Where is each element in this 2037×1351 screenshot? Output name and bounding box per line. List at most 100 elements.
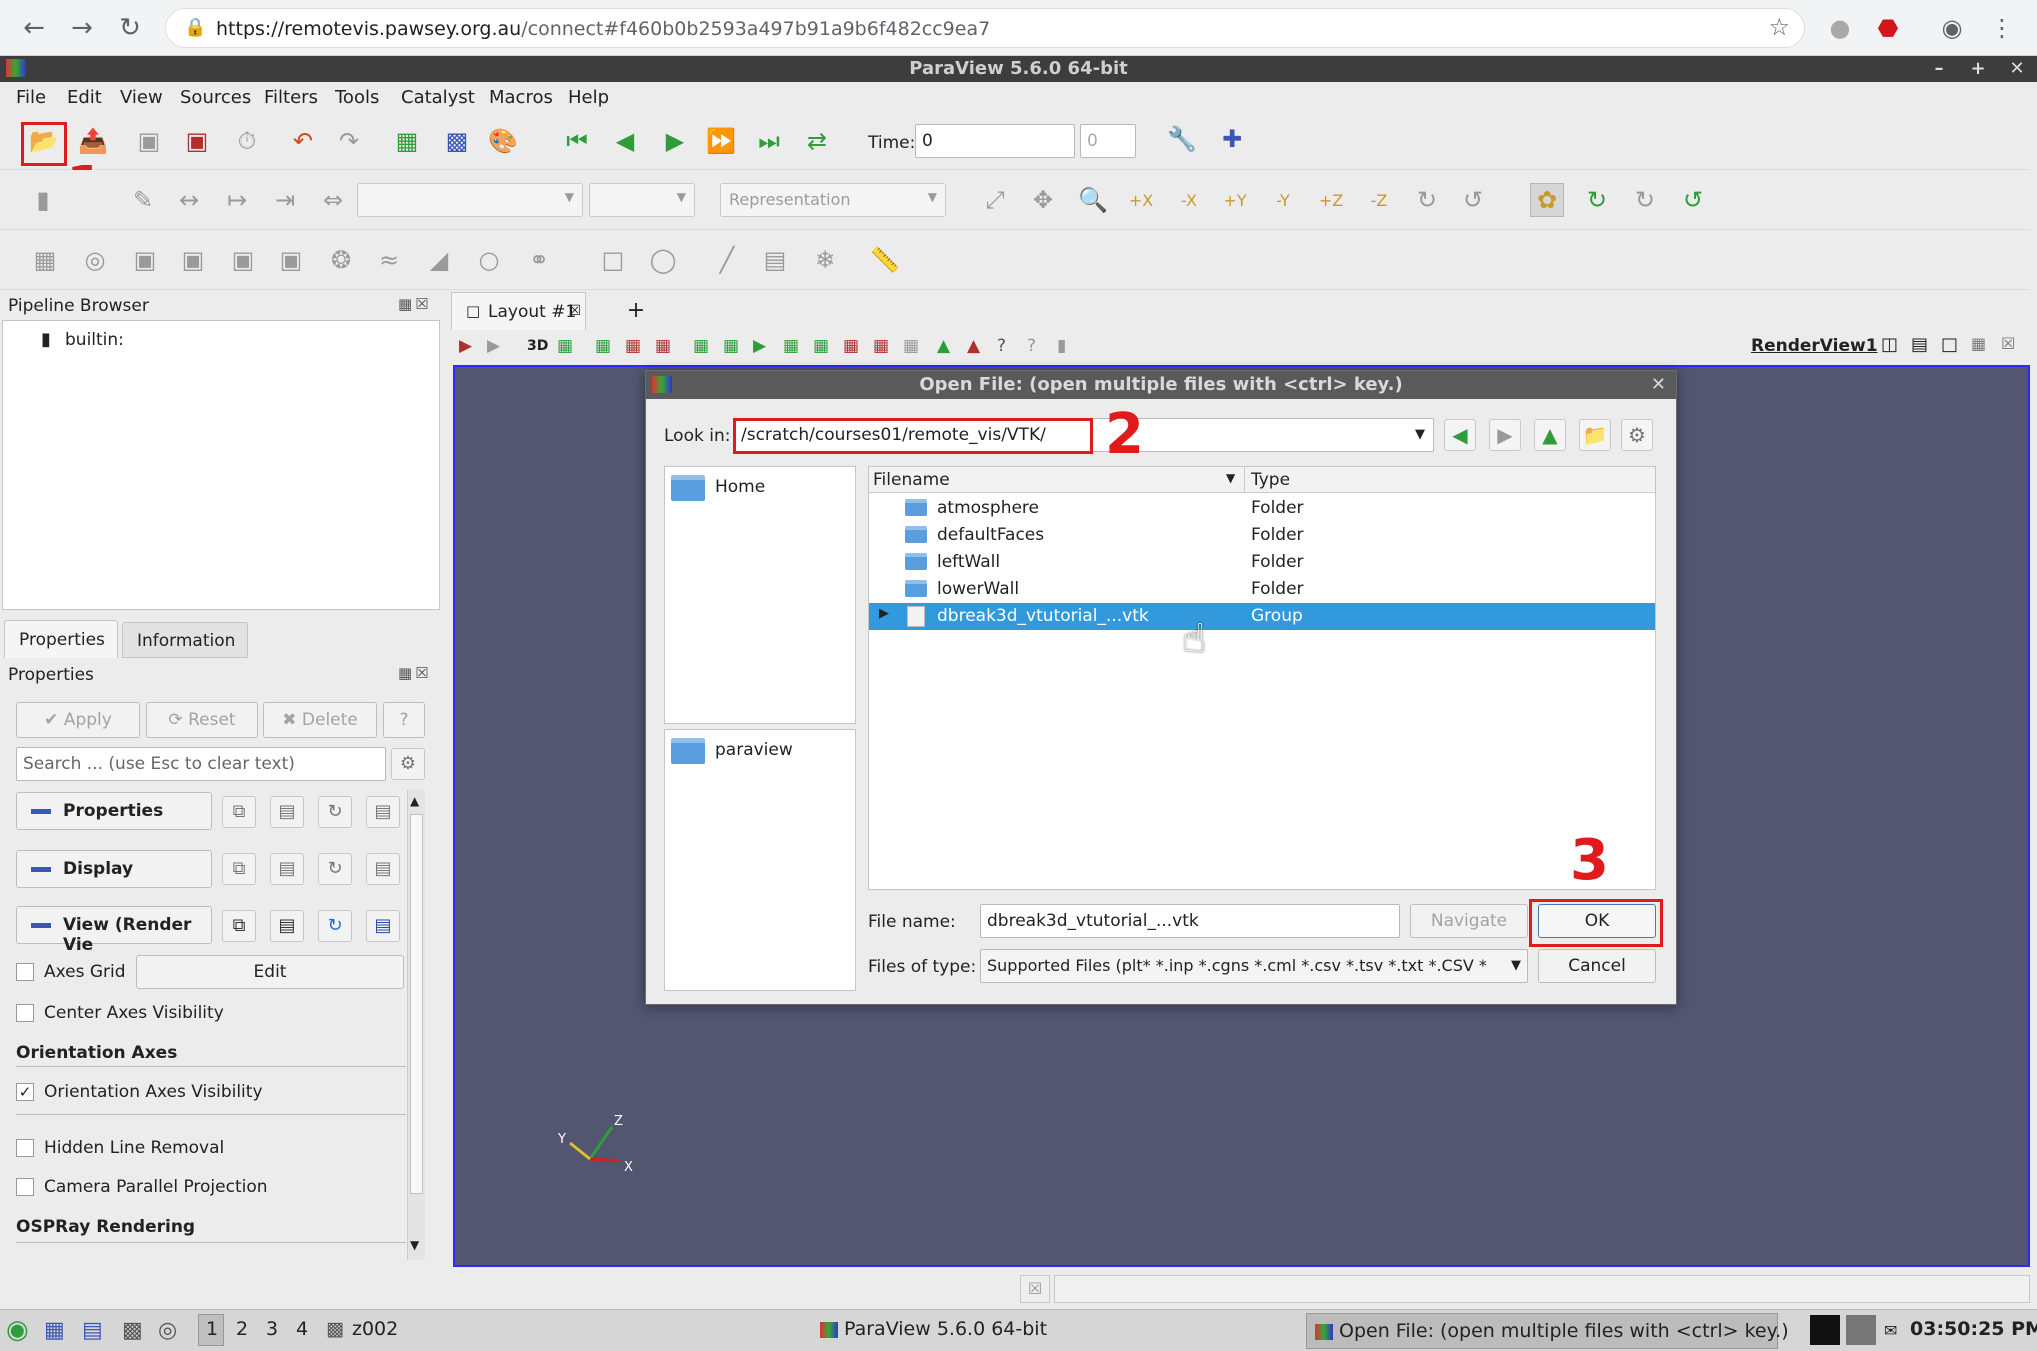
- hover-points-icon[interactable]: ▦: [783, 336, 799, 356]
- extract-selection-icon[interactable]: ▲: [967, 336, 980, 356]
- view-minus-z-icon[interactable]: -Z: [1362, 183, 1396, 217]
- reset-session-icon[interactable]: ▦: [390, 124, 424, 158]
- screenshot-icon[interactable]: ▩: [440, 124, 474, 158]
- menu-tools[interactable]: Tools: [335, 87, 379, 108]
- extract-level-icon[interactable]: ⚭: [522, 243, 556, 277]
- interaction-icon[interactable]: ▶: [487, 336, 500, 356]
- camera-link-icon[interactable]: ▦: [557, 336, 573, 356]
- loop-icon[interactable]: ⇄: [800, 124, 834, 158]
- color-bar-icon[interactable]: ▮: [26, 183, 60, 217]
- rescale-custom-icon[interactable]: ↦: [220, 183, 254, 217]
- save-default-icon[interactable]: ▤: [366, 853, 400, 885]
- restore-view-icon[interactable]: ▦: [1971, 334, 1986, 353]
- menu-file[interactable]: File: [16, 87, 46, 108]
- files-of-type-select[interactable]: Supported Files (plt* *.inp *.cgns *.cml…: [980, 949, 1528, 983]
- last-frame-icon[interactable]: ⏭: [752, 124, 786, 158]
- next-frame-icon[interactable]: ⏩: [704, 124, 738, 158]
- component-select[interactable]: ▼: [589, 183, 695, 217]
- color-by-select[interactable]: ▼: [357, 183, 583, 217]
- calculator-icon[interactable]: ▦: [28, 243, 62, 277]
- recent-list[interactable]: paraview: [664, 729, 856, 991]
- bookmark-star-icon[interactable]: ☆: [1768, 13, 1790, 41]
- representation-select[interactable]: Representation ▼: [720, 183, 946, 217]
- glyph-icon[interactable]: ❂: [324, 243, 358, 277]
- apply-button[interactable]: ✔ Apply: [16, 702, 140, 738]
- edit-annotation-icon[interactable]: ▲: [937, 336, 950, 356]
- mail-icon[interactable]: ✉: [1884, 1321, 1897, 1340]
- reload-icon[interactable]: ↻: [114, 12, 146, 44]
- pick-center-icon[interactable]: ↻: [1628, 183, 1662, 217]
- interactive-select-icon[interactable]: ▦: [723, 336, 739, 356]
- time-step-spinner[interactable]: 0: [1080, 124, 1136, 158]
- terminal-icon[interactable]: ▩: [122, 1318, 143, 1343]
- hover-cells-icon[interactable]: ▦: [813, 336, 829, 356]
- close-window-icon[interactable]: ✕: [2004, 56, 2030, 82]
- add-time-icon[interactable]: ✚: [1215, 122, 1249, 156]
- reset-camera-icon[interactable]: ⤢: [978, 183, 1012, 217]
- plot-selection-icon[interactable]: ▤: [758, 243, 792, 277]
- rescale-temporal-icon[interactable]: ⇥: [268, 183, 302, 217]
- play-icon[interactable]: ▶: [658, 124, 692, 158]
- zoom-to-box-icon[interactable]: 🔍: [1076, 183, 1110, 217]
- menu-sources[interactable]: Sources: [180, 87, 251, 108]
- shrink-select-icon[interactable]: ▦: [873, 336, 889, 356]
- restore-icon[interactable]: ↻: [318, 853, 352, 885]
- address-bar[interactable]: 🔒 https://remotevis.pawsey.org.au/connec…: [165, 8, 1805, 48]
- tab-properties[interactable]: Properties: [4, 620, 118, 658]
- recent-paraview[interactable]: paraview: [715, 740, 793, 760]
- host-label[interactable]: z002: [352, 1318, 398, 1340]
- close-tab-icon[interactable]: ☒: [568, 303, 581, 319]
- load-state-icon[interactable]: ▣: [180, 124, 214, 158]
- center-axes-checkbox[interactable]: [16, 1004, 34, 1022]
- menu-catalyst[interactable]: Catalyst: [401, 87, 475, 108]
- warp-icon[interactable]: ◢: [422, 243, 456, 277]
- copy-icon[interactable]: ⧉: [222, 853, 256, 885]
- section-view[interactable]: View (Render Vie: [16, 906, 212, 955]
- menu-kebab-icon[interactable]: ⋮: [1986, 12, 2018, 44]
- favorites-list[interactable]: Home: [664, 466, 856, 724]
- view-mode-button[interactable]: 3D: [527, 338, 548, 354]
- file-row[interactable]: lowerWall Folder: [869, 576, 1655, 603]
- rotation-center-icon[interactable]: ↺: [1676, 183, 1710, 217]
- rotate-minus-90-icon[interactable]: ↺: [1456, 183, 1490, 217]
- copy-icon[interactable]: ⧉: [222, 796, 256, 828]
- clear-select-icon[interactable]: ▦: [903, 336, 919, 356]
- scroll-thumb[interactable]: [410, 814, 423, 1194]
- stream-tracer-icon[interactable]: ≈: [372, 243, 406, 277]
- zoom-to-data-icon[interactable]: ✥: [1026, 183, 1060, 217]
- parent-dir-icon[interactable]: ▲: [1534, 419, 1566, 451]
- edit-colormap-icon[interactable]: ✎: [126, 183, 160, 217]
- query-icon[interactable]: ?: [997, 336, 1006, 356]
- expand-arrow-icon[interactable]: ▶: [879, 606, 889, 621]
- advanced-gear-icon[interactable]: ⚙: [391, 748, 425, 780]
- column-type[interactable]: Type: [1251, 470, 1290, 490]
- tab-layout-1[interactable]: □ Layout #1 ☒: [451, 292, 586, 330]
- reset-center-icon[interactable]: ↻: [1580, 183, 1614, 217]
- redo-icon[interactable]: ↷: [332, 124, 366, 158]
- clip-icon[interactable]: ▣: [128, 243, 162, 277]
- file-row[interactable]: atmosphere Folder: [869, 495, 1655, 522]
- pipeline-browser[interactable]: ▮ builtin:: [2, 320, 440, 610]
- prev-frame-icon[interactable]: ◀: [608, 124, 642, 158]
- save-state-icon[interactable]: ▣: [132, 124, 166, 158]
- restore-icon[interactable]: ↻: [318, 796, 352, 828]
- back-icon[interactable]: ←: [18, 12, 50, 44]
- scroll-down-icon[interactable]: ▼: [410, 1238, 419, 1252]
- adblock-icon[interactable]: ⬣: [1872, 12, 1904, 44]
- timer-icon[interactable]: ⏱: [230, 124, 264, 158]
- restore-icon[interactable]: ↻: [318, 910, 352, 942]
- show-center-icon[interactable]: ✿: [1530, 183, 1564, 217]
- task-open-file[interactable]: Open File: (open multiple files with <ct…: [1306, 1313, 1789, 1349]
- properties-scrollbar[interactable]: ▲ ▼: [407, 790, 425, 1260]
- select-surface-points-icon[interactable]: ▦: [625, 336, 641, 356]
- view-plus-y-icon[interactable]: +Y: [1218, 183, 1252, 217]
- file-row[interactable]: defaultFaces Folder: [869, 522, 1655, 549]
- forward-icon[interactable]: →: [66, 12, 98, 44]
- menu-filters[interactable]: Filters: [264, 87, 318, 108]
- capture-view-icon[interactable]: ▶: [459, 336, 472, 356]
- delete-button[interactable]: ✖ Delete: [263, 702, 377, 738]
- close-view-icon[interactable]: ☒: [2001, 334, 2015, 353]
- view-plus-x-icon[interactable]: +X: [1124, 183, 1158, 217]
- back-nav-icon[interactable]: ◀: [1444, 419, 1476, 451]
- maximize-icon[interactable]: +: [1965, 56, 1991, 82]
